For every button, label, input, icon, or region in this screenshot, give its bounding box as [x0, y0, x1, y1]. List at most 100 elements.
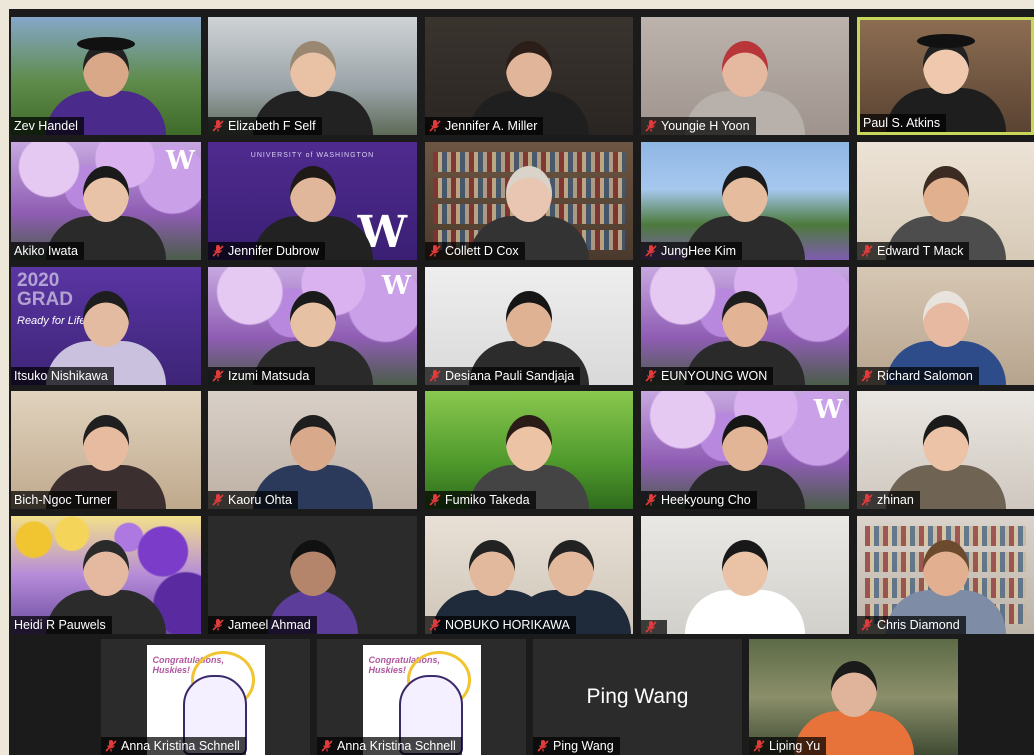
uw-w-logo: W	[813, 395, 843, 425]
muted-mic-icon	[320, 739, 334, 753]
participant-tile[interactable]: Jameel Ahmad	[208, 516, 417, 634]
participant-name: Desiana Pauli Sandjaja	[445, 369, 575, 383]
participant-tile[interactable]: W Akiko Iwata	[11, 142, 201, 260]
muted-mic-icon	[860, 369, 874, 383]
participant-name-tag: Anna Kristina Schnell	[317, 737, 462, 755]
participant-tile[interactable]: Liping Yu	[749, 639, 958, 755]
muted-mic-icon	[644, 620, 658, 634]
participant-name: Jameel Ahmad	[228, 618, 311, 632]
muted-mic-icon	[428, 119, 442, 133]
muted-mic-icon	[536, 739, 550, 753]
participant-name-tag: Izumi Matsuda	[208, 367, 316, 385]
participant-name-tag: Anna Kristina Schnell	[101, 737, 246, 755]
participant-tile[interactable]: W Izumi Matsuda	[208, 267, 417, 385]
muted-mic-icon	[860, 244, 874, 258]
participant-name-tag: Elizabeth F Self	[208, 117, 322, 135]
participant-name-tag: Zev Handel	[11, 117, 84, 135]
participant-tile[interactable]: Zev Handel	[11, 17, 201, 135]
muted-mic-icon	[860, 493, 874, 507]
participant-name: Jennifer A. Miller	[445, 119, 538, 133]
participant-name: Izumi Matsuda	[228, 369, 310, 383]
muted-mic-icon	[428, 618, 442, 632]
participant-tile[interactable]: Paul S. Atkins	[857, 17, 1034, 135]
graduation-cap	[916, 34, 975, 48]
participant-name: Anna Kristina Schnell	[121, 739, 240, 753]
participant-name: Collett D Cox	[445, 244, 519, 258]
participant-name: NOBUKO HORIKAWA	[445, 618, 570, 632]
participant-tile[interactable]: JungHee Kim	[641, 142, 849, 260]
participant-name-tag: Akiko Iwata	[11, 242, 84, 260]
participant-tile[interactable]: EUNYOUNG WON	[641, 267, 849, 385]
participant-name-tag: Desiana Pauli Sandjaja	[425, 367, 581, 385]
participant-tile[interactable]: Desiana Pauli Sandjaja	[425, 267, 633, 385]
participant-tile[interactable]: Fumiko Takeda	[425, 391, 633, 509]
participant-name: Elizabeth F Self	[228, 119, 316, 133]
graduation-cap	[77, 37, 135, 51]
participant-tile[interactable]: Kaoru Ohta	[208, 391, 417, 509]
participant-name-tag: Richard Salomon	[857, 367, 979, 385]
muted-mic-icon	[211, 618, 225, 632]
muted-mic-icon	[644, 244, 658, 258]
muted-mic-icon	[752, 739, 766, 753]
participant-name: Liping Yu	[769, 739, 821, 753]
muted-mic-icon	[644, 119, 658, 133]
participant-tile[interactable]: Collett D Cox	[425, 142, 633, 260]
participant-tile[interactable]: Chris Diamond	[857, 516, 1034, 634]
participant-name-tag: Chris Diamond	[857, 616, 966, 634]
participant-name: Richard Salomon	[877, 369, 973, 383]
participant-tile[interactable]: W UNIVERSITY of WASHINGTON Jennifer Dubrow	[208, 142, 417, 260]
participant-name-tag: Collett D Cox	[425, 242, 525, 260]
muted-mic-icon	[211, 369, 225, 383]
muted-mic-icon	[860, 618, 874, 632]
participant-name: Paul S. Atkins	[863, 116, 941, 130]
participant-tile[interactable]: 2020 GRAD Ready for Life! Itsuko Nishikawa	[11, 267, 201, 385]
participant-tile[interactable]: Youngie H Yoon	[641, 17, 849, 135]
participant-tile[interactable]: Ping Wang Ping Wang	[533, 639, 742, 755]
participant-name: Jennifer Dubrow	[228, 244, 320, 258]
muted-mic-icon	[211, 244, 225, 258]
participant-name: Akiko Iwata	[14, 244, 78, 258]
participant-name: Anna Kristina Schnell	[337, 739, 456, 753]
participant-name-tag: Kaoru Ohta	[208, 491, 298, 509]
participant-name: EUNYOUNG WON	[661, 369, 768, 383]
participant-name: Bich-Ngoc Turner	[14, 493, 112, 507]
participant-name-tag: Paul S. Atkins	[860, 114, 947, 132]
muted-mic-icon	[428, 369, 442, 383]
participant-tile[interactable]: Richard Salomon	[857, 267, 1034, 385]
participant-name-tag: Youngie H Yoon	[641, 117, 756, 135]
participant-name-tag: Heekyoung Cho	[641, 491, 757, 509]
participant-name-tag: Fumiko Takeda	[425, 491, 536, 509]
participant-name-tag: zhinan	[857, 491, 920, 509]
participant-name: Chris Diamond	[877, 618, 960, 632]
participant-tile[interactable]: Congratulations, Huskies! Anna Kristina S…	[101, 639, 310, 755]
participant-name: JungHee Kim	[661, 244, 737, 258]
participant-tile[interactable]: W Heekyoung Cho	[641, 391, 849, 509]
participant-name-tag: JungHee Kim	[641, 242, 743, 260]
participant-name-tag: Heidi R Pauwels	[11, 616, 112, 634]
uw-w-logo: W	[165, 146, 195, 176]
participant-tile[interactable]: Bich-Ngoc Turner	[11, 391, 201, 509]
participant-name-tag: Jameel Ahmad	[208, 616, 317, 634]
participant-tile[interactable]: zhinan	[857, 391, 1034, 509]
zoom-gallery-view: Zev Handel Elizabeth F Self Jennifer A. Mi…	[9, 9, 1034, 755]
muted-mic-icon	[104, 739, 118, 753]
participant-name-tag: Jennifer Dubrow	[208, 242, 326, 260]
muted-mic-icon	[644, 369, 658, 383]
participant-tile[interactable]: NOBUKO HORIKAWA	[425, 516, 633, 634]
participant-name-tag: Liping Yu	[749, 737, 827, 755]
participant-name: Fumiko Takeda	[445, 493, 530, 507]
participant-name: Heekyoung Cho	[661, 493, 751, 507]
participant-name: zhinan	[877, 493, 914, 507]
participant-name: Zev Handel	[14, 119, 78, 133]
participant-tile[interactable]: Jennifer A. Miller	[425, 17, 633, 135]
participant-tile[interactable]: Heidi R Pauwels	[11, 516, 201, 634]
participant-name-tag	[641, 620, 667, 634]
participant-tile[interactable]: Congratulations, Huskies! Anna Kristina S…	[317, 639, 526, 755]
participant-name: Kaoru Ohta	[228, 493, 292, 507]
muted-mic-icon	[428, 244, 442, 258]
participant-tile[interactable]	[641, 516, 849, 634]
participant-tile[interactable]: Elizabeth F Self	[208, 17, 417, 135]
muted-mic-icon	[644, 493, 658, 507]
participant-name: Edward T Mack	[877, 244, 964, 258]
participant-tile[interactable]: Edward T Mack	[857, 142, 1034, 260]
